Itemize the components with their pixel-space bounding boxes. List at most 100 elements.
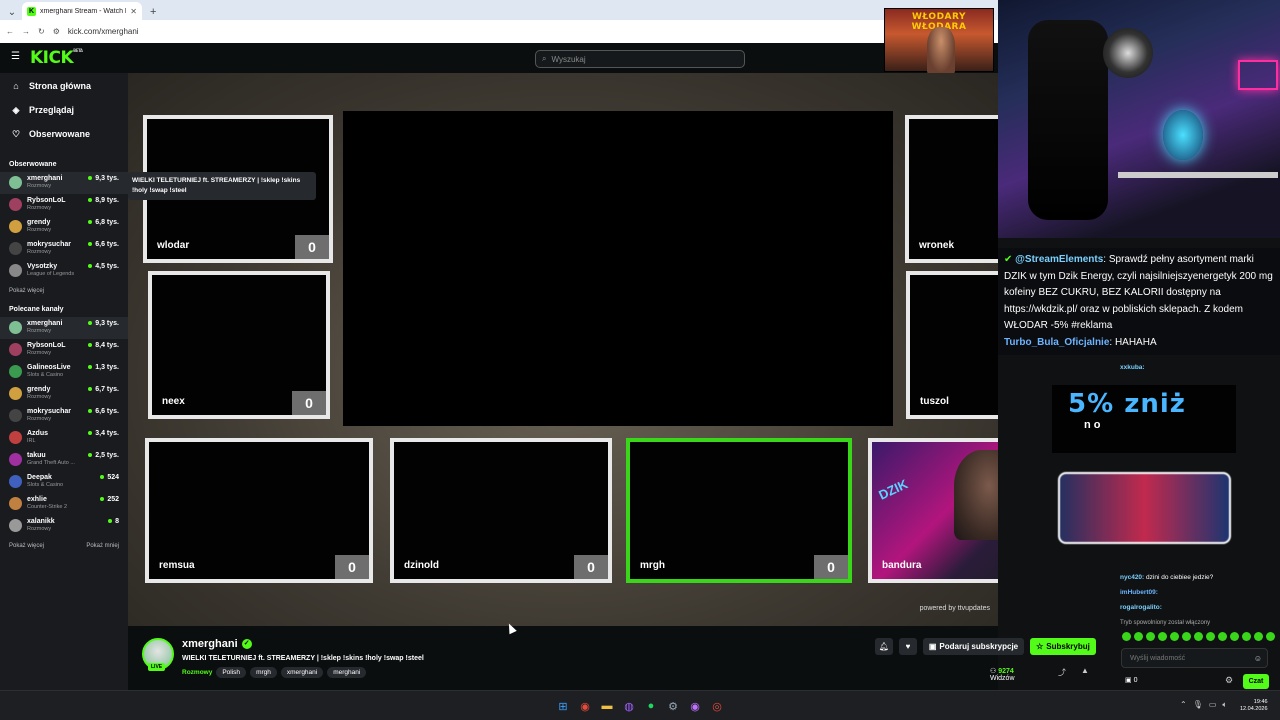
address-bar: ← → ↻ ⚙ kick.com/xmerghani	[0, 20, 1000, 43]
spotify-icon[interactable]: ●	[643, 698, 659, 714]
chat-settings-icon[interactable]: ⚙	[1225, 675, 1233, 686]
app-icon[interactable]: ◉	[687, 698, 703, 714]
show-less-link[interactable]: Pokaż mniej	[86, 543, 119, 549]
chat-system-message: ✔ @StreamElements: Sprawdź pełny asortym…	[998, 248, 1280, 355]
channel-category: Slots & Casino	[27, 372, 64, 378]
channel-title-tooltip: WIELKI TELETURNIEJ ft. STREAMERZY | !skl…	[128, 172, 316, 200]
app-icon[interactable]: ◍	[621, 698, 637, 714]
emote-icon[interactable]	[1206, 632, 1215, 641]
nav-browse[interactable]: ◈ Przeglądaj	[0, 98, 128, 122]
sidebar-channel[interactable]: RybsonLoL Rozmowy 8,9 tys.	[0, 194, 128, 216]
viewer-count: 6,6 tys.	[88, 241, 119, 248]
channel-points[interactable]: ▣ 0	[1125, 676, 1137, 684]
tag-pill[interactable]: Polish	[216, 667, 247, 678]
reload-icon[interactable]: ↻	[38, 27, 45, 36]
volume-icon[interactable]: 🔈︎	[1222, 700, 1227, 710]
sidebar-channel[interactable]: Azdus IRL 3,4 tys.	[0, 427, 128, 449]
emote-icon[interactable]	[1122, 632, 1131, 641]
report-icon[interactable]: ▲	[1081, 666, 1089, 675]
subscribe-button[interactable]: ☆ Subskrybuj	[1030, 638, 1096, 655]
microphone-icon[interactable]: 🎙︎	[1193, 700, 1203, 710]
sidebar-channel[interactable]: takuu Grand Theft Auto ... 2,5 tys.	[0, 449, 128, 471]
notification-bell-button[interactable]: 🔔︎	[875, 638, 893, 655]
sidebar-channel[interactable]: xmerghani Rozmowy 9,3 tys.	[0, 317, 128, 339]
sidebar-channel[interactable]: xalanikk Rozmowy 8	[0, 515, 128, 537]
video-player[interactable]: wlodar 0 neex 0 wronek tuszol remsua 0 dzin…	[128, 73, 998, 626]
sidebar-channel[interactable]: Vysotzky League of Legends 4,5 tys.	[0, 260, 128, 282]
tag-pill[interactable]: merghani	[327, 667, 367, 678]
sidebar-channel[interactable]: exhlie Counter-Strike 2 252	[0, 493, 128, 515]
sidebar-channel[interactable]: grendy Rozmowy 6,7 tys.	[0, 383, 128, 405]
sidebar-channel[interactable]: GalineosLive Slots & Casino 1,3 tys.	[0, 361, 128, 383]
viewer-count: 3,4 tys.	[88, 430, 119, 437]
chat-send-button[interactable]: Czat	[1243, 674, 1269, 689]
emote-icon[interactable]	[1266, 632, 1275, 641]
search-icon: ⌕	[542, 54, 547, 63]
discount-percent: 5% zniż	[1068, 389, 1186, 419]
back-icon[interactable]: ←	[6, 27, 14, 36]
heart-icon: ♥	[905, 642, 911, 651]
emote-icon[interactable]	[1170, 632, 1179, 641]
emoji-icon[interactable]: ☺	[1254, 654, 1262, 663]
category-tag[interactable]: Rozmowy	[182, 667, 212, 678]
forward-icon[interactable]: →	[22, 27, 30, 36]
neon-sign	[1238, 60, 1278, 90]
share-icon[interactable]: ⤴	[1058, 667, 1066, 678]
emote-icon[interactable]	[1134, 632, 1143, 641]
tag-pill[interactable]: mrgh	[250, 667, 277, 678]
kick-logo[interactable]: KICKBETA	[30, 48, 83, 68]
nav-home[interactable]: ⌂ Strona główna	[0, 74, 128, 98]
emote-icon[interactable]	[1194, 632, 1203, 641]
chat-message-input[interactable]: Wyślij wiadomość ☺	[1121, 648, 1268, 668]
file-explorer-icon[interactable]: ▬	[599, 698, 615, 714]
nav-following[interactable]: ♡ Obserwowane	[0, 122, 128, 146]
followed-show-more[interactable]: Pokaż więcej	[0, 282, 128, 294]
emote-icon[interactable]	[1158, 632, 1167, 641]
viewer-count: 524	[100, 474, 119, 481]
viewer-count: 8,4 tys.	[88, 342, 119, 349]
avatar	[9, 497, 22, 510]
chat-username[interactable]: Turbo_Bula_Oficjalnie	[1004, 337, 1109, 348]
emote-icon[interactable]	[1218, 632, 1227, 641]
app-icon[interactable]: ◎	[709, 698, 725, 714]
close-tab-icon[interactable]: ✕	[130, 7, 137, 16]
network-icon[interactable]: ▭	[1209, 700, 1217, 710]
player-card-active: mrgh 0	[626, 438, 852, 583]
channel-category: Rozmowy	[27, 183, 52, 189]
gift-box-icon: ▣	[1125, 677, 1132, 684]
hamburger-menu-icon[interactable]: ☰	[11, 52, 21, 62]
site-info-icon[interactable]: ⚙	[53, 27, 60, 36]
sidebar-channel[interactable]: RybsonLoL Rozmowy 8,4 tys.	[0, 339, 128, 361]
search-input[interactable]: ⌕ Wyszukaj	[535, 50, 745, 68]
emote-icon[interactable]	[1146, 632, 1155, 641]
system-clock[interactable]: 19:46 12.04.2026	[1240, 699, 1268, 713]
new-tab-button[interactable]: +	[150, 6, 156, 20]
streamer-name[interactable]: xmerghani ✓	[182, 638, 252, 650]
player-card: dzinold 0	[390, 438, 612, 583]
chat-username[interactable]: @StreamElements	[1015, 254, 1103, 265]
follow-heart-button[interactable]: ♥	[899, 638, 917, 655]
sidebar-channel[interactable]: mokrysuchar Rozmowy 6,6 tys.	[0, 238, 128, 260]
avatar	[9, 343, 22, 356]
chevron-up-icon[interactable]: ⌃	[1180, 700, 1187, 710]
gift-subs-button[interactable]: ▣ Podaruj subskrypcje	[923, 638, 1024, 655]
avatar	[9, 431, 22, 444]
emote-icon[interactable]	[1242, 632, 1251, 641]
chrome-icon[interactable]: ◉	[577, 698, 593, 714]
show-more-link[interactable]: Pokaż więcej	[9, 543, 44, 549]
discount-overlay: 5% zniż n o	[1052, 385, 1236, 453]
emote-icon[interactable]	[1182, 632, 1191, 641]
viewer-count: 252	[100, 496, 119, 503]
sidebar-channel[interactable]: Deepak Slots & Casino 524	[0, 471, 128, 493]
steam-icon[interactable]: ⚙	[665, 698, 681, 714]
tag-pill[interactable]: xmerghani	[280, 667, 324, 678]
sidebar-channel[interactable]: grendy Rozmowy 6,8 tys.	[0, 216, 128, 238]
browser-tab[interactable]: K xmerghani Stream - Watch Live ✕	[22, 2, 142, 20]
sidebar-channel[interactable]: mokrysuchar Rozmowy 6,6 tys.	[0, 405, 128, 427]
url-field[interactable]: kick.com/xmerghani	[68, 27, 139, 36]
tab-list-icon[interactable]: ⌄	[4, 4, 20, 20]
sidebar-channel[interactable]: xmerghani Rozmowy 9,3 tys.	[0, 172, 128, 194]
emote-icon[interactable]	[1254, 632, 1263, 641]
emote-icon[interactable]	[1230, 632, 1239, 641]
windows-start-icon[interactable]: ⊞	[555, 698, 571, 714]
